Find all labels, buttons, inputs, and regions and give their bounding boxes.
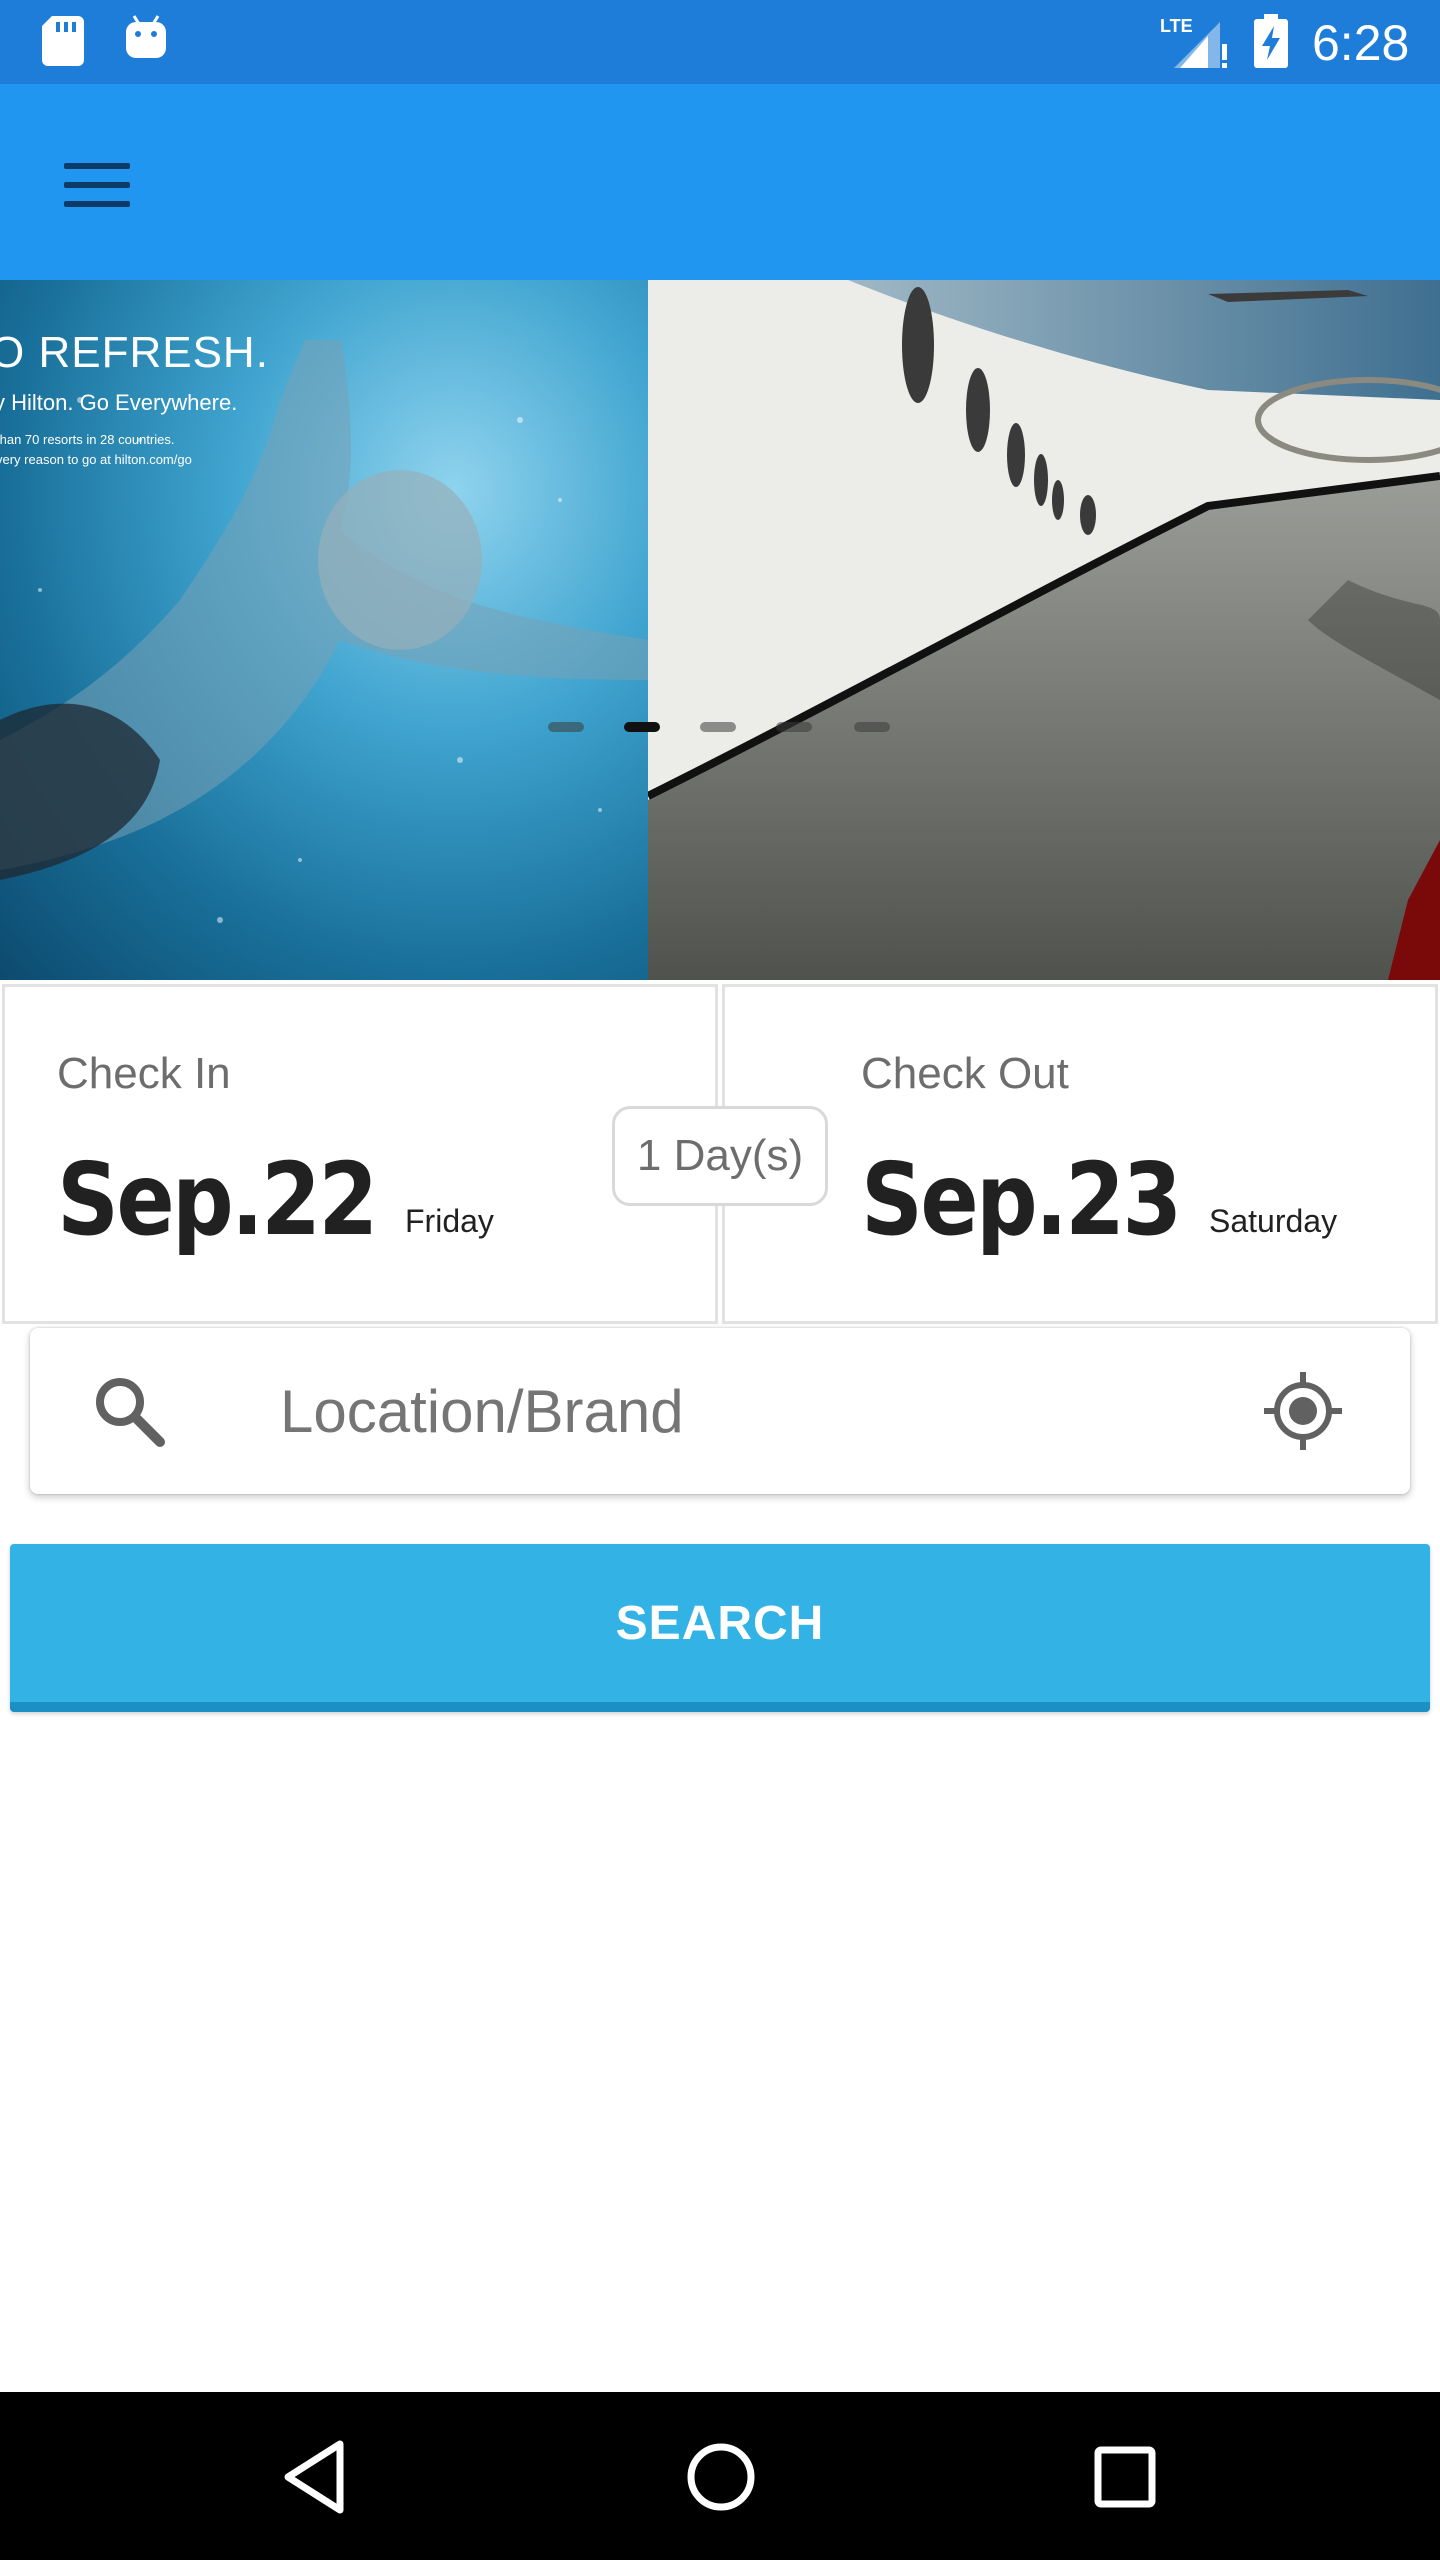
terminal-image [648, 280, 1440, 980]
search-button[interactable]: SEARCH [10, 1544, 1430, 1712]
back-triangle-icon[interactable] [270, 2432, 360, 2522]
menu-line [64, 182, 130, 188]
menu-line [64, 163, 130, 169]
check-in-date: Sep.22 [57, 1141, 378, 1258]
status-bar: LTE 6:28 [0, 0, 1440, 84]
image-carousel[interactable]: O REFRESH. y Hilton. Go Everywhere. than… [0, 280, 1440, 980]
home-circle-icon[interactable] [676, 2432, 766, 2522]
location-input[interactable] [280, 1358, 1180, 1464]
search-icon [96, 1378, 165, 1447]
nights-badge: 1 Day(s) [612, 1106, 828, 1206]
status-clock: 6:28 [1312, 15, 1410, 71]
carousel-dot[interactable] [776, 722, 812, 732]
carousel-dot[interactable] [548, 722, 584, 732]
carousel-slide-terminal[interactable] [648, 280, 1440, 980]
check-in-card[interactable]: Check In Sep.22 Friday [2, 984, 718, 1324]
location-search-box [30, 1328, 1410, 1494]
gps-locate-icon[interactable] [1262, 1370, 1344, 1452]
recents-square-icon[interactable] [1080, 2432, 1170, 2522]
slide-small-text: than 70 resorts in 28 countries. [0, 432, 175, 447]
carousel-dot[interactable] [854, 722, 890, 732]
lte-signal-icon: LTE [1160, 16, 1227, 68]
check-in-label: Check In [57, 1049, 231, 1098]
carousel-dot-active[interactable] [624, 722, 660, 732]
check-out-date: Sep.23 [861, 1141, 1182, 1258]
carousel-dots [0, 722, 1440, 732]
app-bar [0, 84, 1440, 280]
date-panel: Check In Sep.22 Friday Check Out Sep.23 … [0, 984, 1440, 1324]
check-out-label: Check Out [861, 1049, 1069, 1098]
slide-tagline: y Hilton. Go Everywhere. [0, 390, 238, 415]
check-out-weekday: Saturday [1209, 1203, 1338, 1239]
slide-small-text: very reason to go at hilton.com/go [0, 452, 192, 467]
check-in-weekday: Friday [405, 1203, 494, 1239]
android-icon [126, 15, 166, 58]
svg-text:LTE: LTE [1160, 16, 1193, 36]
menu-line [64, 201, 130, 207]
sd-card-icon [42, 16, 84, 66]
hamburger-menu-icon[interactable] [52, 140, 142, 230]
carousel-slide-pool-ad[interactable]: O REFRESH. y Hilton. Go Everywhere. than… [0, 280, 648, 980]
system-nav-bar [0, 2392, 1440, 2560]
battery-charging-icon [1254, 14, 1288, 68]
carousel-dot[interactable] [700, 722, 736, 732]
check-out-card[interactable]: Check Out Sep.23 Saturday [722, 984, 1438, 1324]
slide-headline: O REFRESH. [0, 328, 269, 377]
